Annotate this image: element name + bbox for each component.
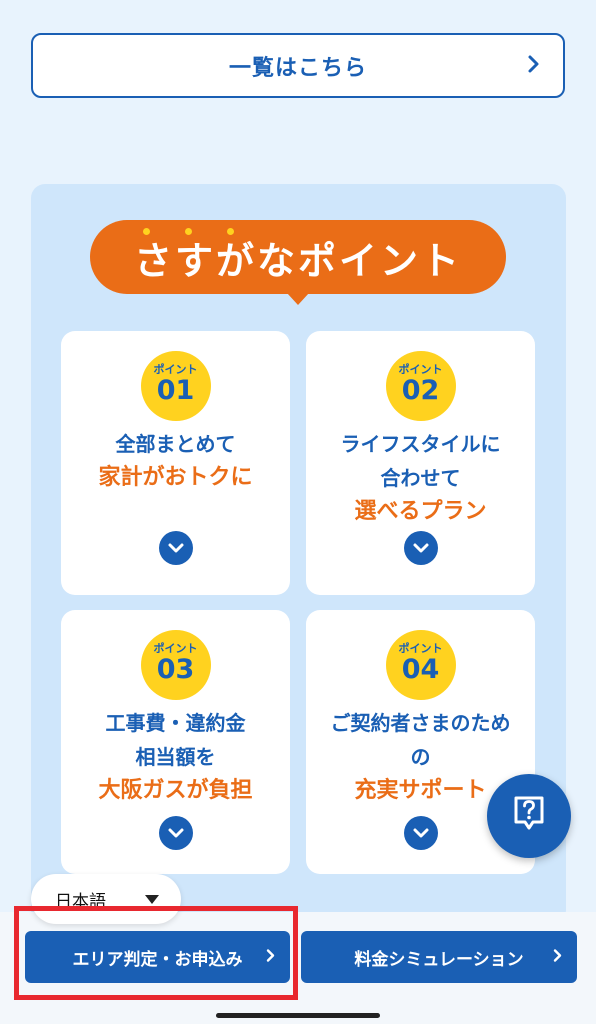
point-badge: ポイント 01 xyxy=(140,351,211,421)
price-simulation-label: 料金シミュレーション xyxy=(354,949,524,970)
point-card-line1: ご契約者さまのため xyxy=(330,711,511,735)
price-simulation-button[interactable]: 料金シミュレーション xyxy=(301,931,577,983)
language-select-value: 日本語 xyxy=(55,891,106,912)
badge-number: 03 xyxy=(156,654,195,685)
chevron-right-icon xyxy=(527,54,541,78)
point-card-02[interactable]: ポイント 02 ライフスタイルに 合わせて 選べるプラン xyxy=(306,331,535,595)
point-card-text: ライフスタイルに 合わせて 選べるプラン xyxy=(306,427,535,529)
chevron-right-icon xyxy=(553,948,563,967)
badge-number: 01 xyxy=(156,375,195,406)
points-banner-title: さすがなポイント xyxy=(133,238,462,283)
area-check-apply-button[interactable]: エリア判定・お申込み xyxy=(25,931,290,983)
point-card-line2: 相当額を xyxy=(135,745,216,769)
point-card-line2: の xyxy=(410,745,431,769)
point-card-text: 全部まとめて 家計がおトクに xyxy=(61,427,290,495)
emphasis-dots xyxy=(143,228,243,236)
chevron-down-circle-icon[interactable] xyxy=(403,531,438,565)
question-bubble-icon xyxy=(512,795,546,837)
badge-number: 04 xyxy=(401,654,440,685)
page: 一覧はこちら さすがなポイント ポイント 01 全部まとめて 家計がおトクに ポ… xyxy=(0,0,596,1024)
point-card-01[interactable]: ポイント 01 全部まとめて 家計がおトクに xyxy=(61,331,290,595)
area-check-apply-label: エリア判定・お申込み xyxy=(72,949,243,970)
home-indicator xyxy=(216,1013,380,1018)
chevron-right-icon xyxy=(266,948,276,967)
chevron-down-circle-icon[interactable] xyxy=(158,816,193,850)
chevron-down-circle-icon[interactable] xyxy=(403,816,438,850)
list-link-label: 一覧はこちら xyxy=(228,55,367,81)
point-card-highlight: 家計がおトクに xyxy=(98,465,253,490)
language-select[interactable]: 日本語 xyxy=(31,874,181,924)
point-badge: ポイント 03 xyxy=(140,630,211,700)
point-card-line1: ライフスタイルに xyxy=(340,432,501,456)
point-card-highlight: 選べるプラン xyxy=(354,499,487,524)
point-card-03[interactable]: ポイント 03 工事費・違約金 相当額を 大阪ガスが負担 xyxy=(61,610,290,874)
point-card-highlight: 大阪ガスが負担 xyxy=(98,778,253,803)
point-badge: ポイント 02 xyxy=(385,351,456,421)
point-badge: ポイント 04 xyxy=(385,630,456,700)
point-card-line1: 全部まとめて xyxy=(115,432,236,456)
point-card-line2: 合わせて xyxy=(380,466,461,490)
caret-down-icon xyxy=(145,895,159,904)
help-button[interactable] xyxy=(487,774,571,858)
point-card-line1: 工事費・違約金 xyxy=(105,711,246,735)
chevron-down-circle-icon[interactable] xyxy=(158,531,193,565)
list-link-button[interactable]: 一覧はこちら xyxy=(31,33,565,98)
point-card-text: 工事費・違約金 相当額を 大阪ガスが負担 xyxy=(61,706,290,808)
badge-number: 02 xyxy=(401,375,440,406)
